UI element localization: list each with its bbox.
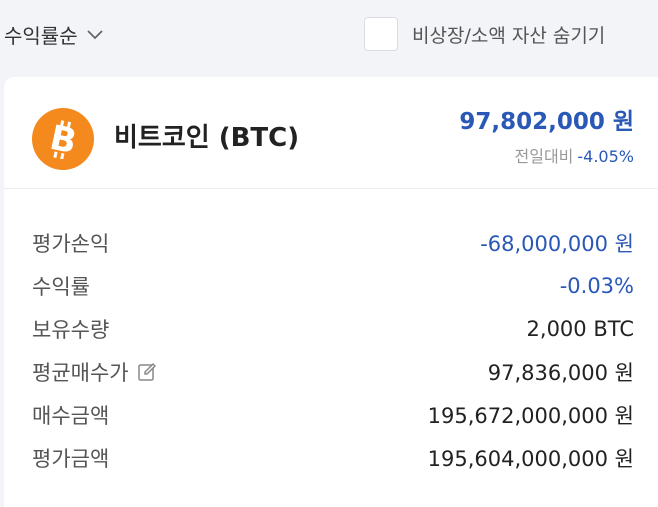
row-value: 195,604,000,000 원 [427,447,634,471]
row-value: 2,000 BTC [526,317,634,341]
row-label: 수익률 [32,275,90,299]
edit-icon[interactable] [137,362,157,382]
change-label: 전일대비 [514,147,574,166]
coin-price: 97,802,000 원 [459,109,634,135]
row-value: 195,672,000,000 원 [427,404,634,428]
row-value: -0.03% [559,274,634,298]
asset-card[interactable]: B 비트코인 (BTC) 97,802,000 원 전일대비 -4.05% 평가손… [4,77,658,507]
row-quantity: 보유수량 2,000 BTC [32,313,634,345]
hide-small-assets-label: 비상장/소액 자산 숨기기 [412,24,606,47]
hide-small-assets-toggle[interactable]: 비상장/소액 자산 숨기기 [364,17,605,51]
coin-daily-change: 전일대비 -4.05% [515,143,635,167]
row-label: 보유수량 [32,318,110,342]
row-buy-amount: 매수금액 195,672,000,000 원 [32,399,634,431]
row-avg-buy-price: 평균매수가 97,836,000 원 [32,356,634,388]
coin-name: 비트코인 (BTC) [114,123,300,153]
hide-small-assets-checkbox[interactable] [364,17,398,51]
row-label-group: 평균매수가 [32,357,157,387]
row-label: 평가금액 [32,447,110,471]
coin-header: B 비트코인 (BTC) 97,802,000 원 전일대비 -4.05% [4,77,658,189]
row-return-rate: 수익률 -0.03% [32,270,634,302]
sort-dropdown[interactable]: 수익률순 [4,20,104,49]
chevron-down-icon [86,29,103,39]
row-valuation-pnl: 평가손익 -68,000,000 원 [32,227,634,259]
row-valuation-amount: 평가금액 195,604,000,000 원 [32,442,634,474]
sort-label: 수익률순 [4,24,78,48]
top-bar: 수익률순 비상장/소액 자산 숨기기 [0,0,658,70]
row-value: 97,836,000 원 [487,361,634,385]
bitcoin-icon: B [32,108,94,170]
row-label: 평가손익 [32,232,110,256]
row-value: -68,000,000 원 [480,232,634,256]
change-percent: -4.05% [577,147,634,166]
row-label: 평균매수가 [32,361,129,385]
row-label: 매수금액 [32,404,110,428]
